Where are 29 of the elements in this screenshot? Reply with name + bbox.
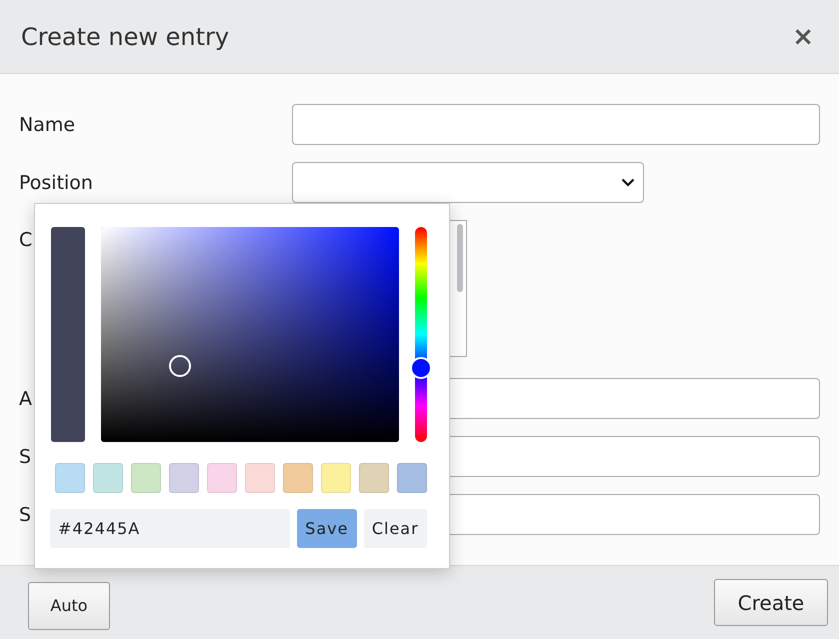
save-button[interactable]: Save (297, 509, 357, 548)
field-label: C (19, 229, 34, 251)
color-swatch[interactable] (283, 463, 313, 493)
field-label: S (19, 446, 32, 468)
field-label: A (19, 388, 33, 410)
field-label: Position (19, 172, 94, 194)
field-label: Name (19, 114, 76, 136)
scrollbar-thumb[interactable] (457, 224, 463, 292)
saturation-brightness-area[interactable] (100, 227, 400, 442)
color-swatch[interactable] (359, 463, 389, 493)
auto-button[interactable]: Auto (28, 582, 110, 630)
dialog-title: Create new entry (21, 22, 230, 50)
color-swatch[interactable] (131, 463, 161, 493)
hex-input[interactable]: #42445A (50, 509, 290, 548)
input-field[interactable] (292, 104, 820, 145)
color-cursor[interactable] (169, 355, 192, 378)
color-swatch[interactable] (245, 463, 275, 493)
color-swatch[interactable] (207, 463, 237, 493)
color-swatch[interactable] (93, 463, 123, 493)
field-label: S (19, 504, 32, 526)
select-field[interactable] (292, 162, 644, 203)
clear-button[interactable]: Clear (364, 509, 427, 548)
create-button[interactable]: Create (714, 579, 828, 626)
color-swatch[interactable] (169, 463, 199, 493)
color-swatch[interactable] (55, 463, 85, 493)
close-button[interactable]: × (788, 22, 818, 52)
chevron-down-icon (621, 178, 635, 187)
color-swatch[interactable] (321, 463, 351, 493)
color-swatch[interactable] (397, 463, 427, 493)
